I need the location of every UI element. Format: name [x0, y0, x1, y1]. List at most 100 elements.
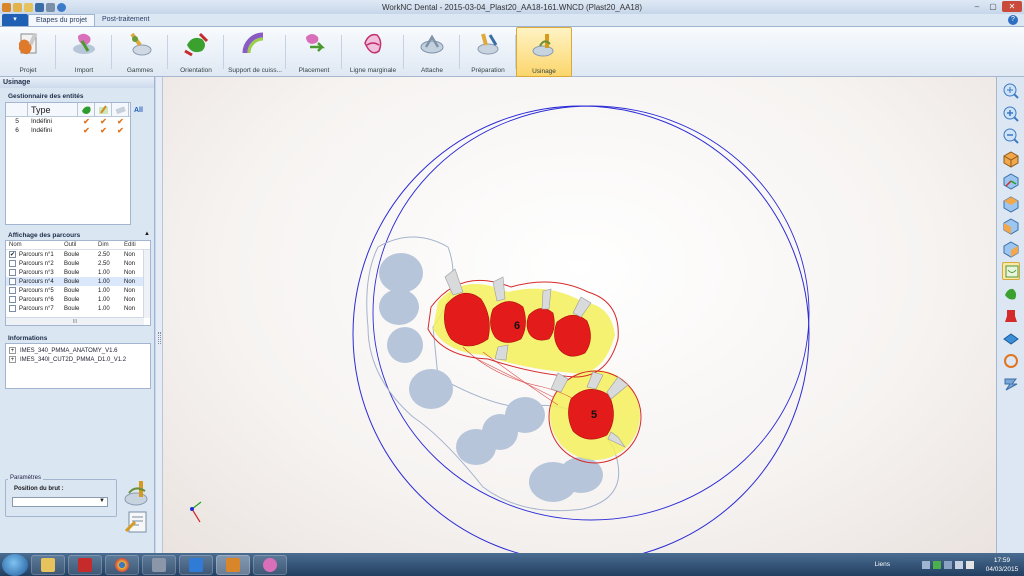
- worknc-app-icon[interactable]: [216, 554, 250, 575]
- toolpath-row[interactable]: Parcours n°5 Boule 1.00 Non: [6, 286, 150, 295]
- parameters-group: Paramètres Position du brut : ▼: [5, 475, 117, 517]
- ribbon-button-gammes[interactable]: Gammes: [112, 27, 168, 77]
- view-top-icon[interactable]: [1002, 195, 1020, 213]
- system-tray: Liens 17:59 04/03/2015: [874, 553, 1024, 576]
- toolpath-checkbox[interactable]: [9, 287, 16, 294]
- ribbon-button-orientation[interactable]: Orientation: [168, 27, 224, 77]
- tray-icons[interactable]: [922, 560, 974, 569]
- ribbon-button-ligne-marginale[interactable]: Ligne marginale: [342, 27, 404, 77]
- ribbon-label: Attache: [420, 67, 444, 74]
- tab-etapes-du-projet[interactable]: Etapes du projet: [28, 14, 95, 26]
- tree-item[interactable]: + IMES_340_PMMA_ANATOMY_V1.6: [6, 346, 150, 355]
- view-front-icon[interactable]: [1002, 217, 1020, 235]
- toolpath-checkbox[interactable]: [9, 305, 16, 312]
- tab-post-traitement[interactable]: Post-traitement: [95, 14, 156, 26]
- help-icon[interactable]: ?: [1008, 15, 1018, 25]
- app-icon[interactable]: [2, 2, 11, 12]
- green-tooth-column-icon[interactable]: [78, 103, 95, 116]
- horizontal-scrollbar[interactable]: III: [6, 317, 144, 325]
- save-icon[interactable]: [35, 2, 44, 12]
- toolpath-column-icon[interactable]: [95, 103, 112, 116]
- 3d-viewport[interactable]: 6 5: [163, 77, 996, 553]
- toolpath-checkbox[interactable]: ✔: [9, 251, 16, 258]
- open-icon[interactable]: [13, 2, 22, 12]
- ribbon-button-attache[interactable]: Attache: [404, 27, 460, 77]
- toolpath-row[interactable]: Parcours n°4 Boule 1.00 Non: [6, 277, 150, 286]
- project-icon: [14, 31, 42, 57]
- toolpath-checkbox[interactable]: [9, 278, 16, 285]
- calculate-toolpath-button[interactable]: [123, 479, 151, 507]
- clock[interactable]: 17:59 04/03/2015: [980, 556, 1024, 574]
- start-button[interactable]: [2, 553, 28, 576]
- ribbon-button-import[interactable]: Import: [56, 27, 112, 77]
- crown-label-5: 5: [591, 409, 597, 421]
- vertical-scrollbar[interactable]: [143, 250, 150, 318]
- toolpath-checkbox[interactable]: [9, 296, 16, 303]
- check-icon[interactable]: ✔: [95, 126, 112, 135]
- filezilla-app-icon[interactable]: [68, 554, 102, 575]
- check-icon[interactable]: ✔: [112, 126, 129, 135]
- toolpath-row[interactable]: Parcours n°6 Boule 1.00 Non: [6, 295, 150, 304]
- display-toolpath-icon[interactable]: [1002, 375, 1020, 393]
- close-button[interactable]: ✕: [1002, 1, 1022, 12]
- minimize-button[interactable]: –: [970, 1, 984, 12]
- panel-title: Usinage: [0, 77, 154, 88]
- entity-row[interactable]: 5 Indéfini ✔ ✔ ✔: [6, 117, 130, 126]
- application-menu-button[interactable]: ▾: [2, 14, 28, 26]
- all-button[interactable]: All: [134, 107, 143, 114]
- media-app-icon[interactable]: [142, 554, 176, 575]
- explorer-app-icon[interactable]: [31, 554, 65, 575]
- check-icon[interactable]: ✔: [112, 117, 129, 126]
- eraser-column-icon[interactable]: [112, 103, 129, 116]
- teamviewer-app-icon[interactable]: [179, 554, 213, 575]
- toolpath-row[interactable]: Parcours n°2 Boule 2.50 Non: [6, 259, 150, 268]
- ribbon-label: Ligne marginale: [349, 67, 397, 74]
- zoom-fit-icon[interactable]: [1002, 82, 1020, 100]
- toolpath-row[interactable]: Parcours n°3 Boule 1.00 Non: [6, 268, 150, 277]
- tree-item[interactable]: + IMES_340I_CUT2D_PMMA_D1.0_V1.2: [6, 355, 150, 364]
- edit-parameters-button[interactable]: [123, 509, 151, 535]
- toolpath-checkbox[interactable]: [9, 269, 16, 276]
- panel-splitter[interactable]: [156, 77, 163, 553]
- entities-section-title: Gestionnaire des entités: [8, 93, 84, 100]
- type-column-header[interactable]: Type: [28, 103, 78, 116]
- brut-position-label: Position du brut :: [14, 486, 64, 492]
- tools-icon[interactable]: [46, 2, 55, 12]
- check-icon[interactable]: ✔: [95, 117, 112, 126]
- entity-row[interactable]: 6 Indéfini ✔ ✔ ✔: [6, 126, 130, 135]
- maximize-button[interactable]: ▢: [986, 1, 1000, 12]
- windows-taskbar: Liens 17:59 04/03/2015: [0, 553, 1024, 576]
- collapse-icon[interactable]: ▲: [144, 231, 150, 237]
- ribbon-label: Import: [74, 67, 94, 74]
- dental-disc-scene[interactable]: 6 5: [163, 77, 996, 553]
- display-stock-icon[interactable]: [1001, 262, 1020, 280]
- check-icon[interactable]: ✔: [78, 117, 95, 126]
- zoom-in-icon[interactable]: [1002, 105, 1020, 123]
- toolpath-checkbox[interactable]: [9, 260, 16, 267]
- brut-position-select[interactable]: ▼: [12, 497, 108, 507]
- help-icon[interactable]: [57, 2, 66, 12]
- display-crowns-icon[interactable]: [1002, 307, 1020, 325]
- view-side-icon[interactable]: [1002, 240, 1020, 258]
- display-plane-icon[interactable]: [1002, 330, 1020, 348]
- preparation-icon: [474, 31, 502, 57]
- view-axes-icon[interactable]: [1002, 172, 1020, 190]
- toolpath-row[interactable]: Parcours n°7 Boule 1.00 Non: [6, 304, 150, 313]
- ribbon-label: Usinage: [532, 68, 556, 75]
- check-icon[interactable]: ✔: [78, 126, 95, 135]
- ribbon-button-projet[interactable]: Projet: [0, 27, 56, 77]
- display-models-icon[interactable]: [1002, 285, 1020, 303]
- ribbon-button-preparation[interactable]: Préparation: [460, 27, 516, 77]
- ribbon-button-placement[interactable]: Placement: [286, 27, 342, 77]
- view-iso-icon[interactable]: [1002, 150, 1020, 168]
- folder-icon[interactable]: [24, 2, 33, 12]
- links-toolbar[interactable]: Liens: [874, 561, 890, 568]
- display-margin-icon[interactable]: [1002, 352, 1020, 370]
- chrome-app-icon[interactable]: [105, 554, 139, 575]
- ribbon-button-usinage[interactable]: Usinage: [516, 27, 572, 77]
- usinage-panel: Usinage Gestionnaire des entités Type 5 …: [0, 77, 155, 553]
- toolpath-row[interactable]: ✔ Parcours n°1 Boule 2.50 Non: [6, 250, 150, 259]
- ribbon-button-support[interactable]: Support de cuiss...: [224, 27, 286, 77]
- dental-app-icon[interactable]: [253, 554, 287, 575]
- zoom-out-icon[interactable]: [1002, 127, 1020, 145]
